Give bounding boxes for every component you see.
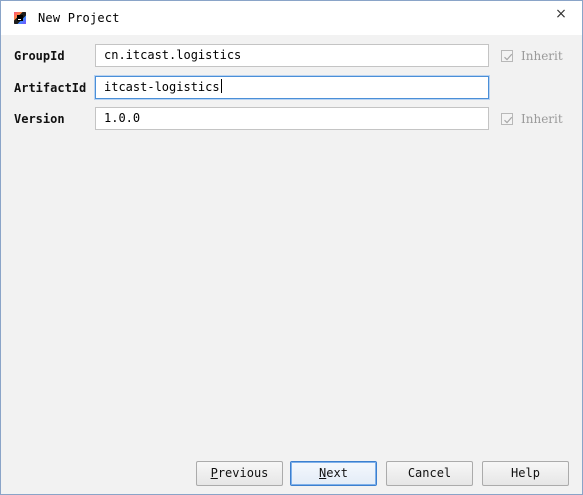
cancel-button[interactable]: Cancel [386, 461, 473, 486]
group-id-label: GroupId [14, 49, 65, 63]
artifact-id-label: ArtifactId [14, 81, 87, 95]
version-inherit-label: Inherit [521, 112, 563, 126]
version-value: 1.0.0 [104, 111, 141, 125]
window-title: New Project [38, 11, 120, 25]
checkmark-icon [501, 113, 513, 125]
group-id-inherit-label: Inherit [521, 49, 563, 63]
checkmark-icon [501, 50, 513, 62]
version-label: Version [14, 112, 65, 126]
version-input[interactable]: 1.0.0 [95, 107, 489, 130]
intellij-app-icon [14, 12, 26, 24]
previous-button[interactable]: Previous [196, 461, 283, 486]
close-icon[interactable]: × [552, 5, 570, 23]
group-id-value: cn.itcast.logistics [104, 48, 242, 62]
title-bar: New Project × [1, 1, 582, 35]
next-button[interactable]: Next [290, 461, 377, 486]
artifact-id-value: itcast-logistics [104, 80, 220, 94]
artifact-id-input[interactable]: itcast-logistics [95, 76, 489, 99]
group-id-input[interactable]: cn.itcast.logistics [95, 44, 489, 67]
text-caret [220, 79, 222, 93]
previous-mnemonic: P [210, 466, 218, 480]
help-button[interactable]: Help [482, 461, 569, 486]
new-project-dialog: New Project × GroupId cn.itcast.logistic… [0, 0, 583, 495]
next-label: ext [326, 466, 348, 480]
previous-label: revious [217, 466, 269, 480]
